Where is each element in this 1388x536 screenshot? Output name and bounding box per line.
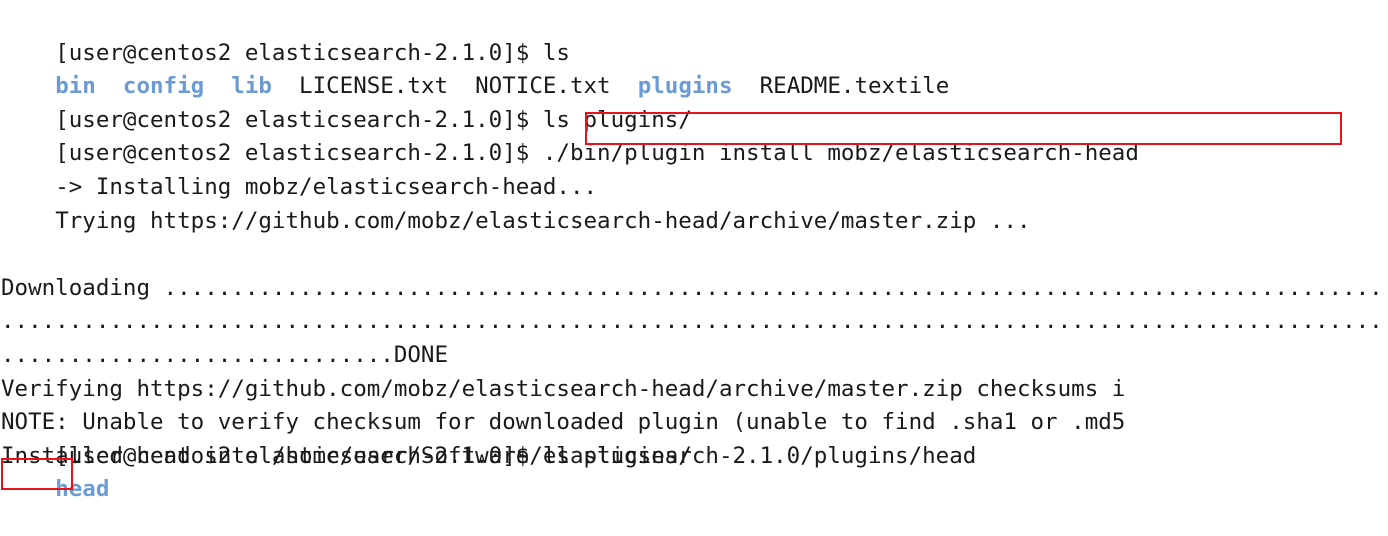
terminal-line: Trying https://github.com/mobz/elasticse…: [1, 171, 1388, 234]
terminal-line: [user@centos2 elasticsearch-2.1.0]$ ls p…: [1, 70, 1388, 133]
terminal-line: Downloading ............................…: [1, 205, 1388, 301]
terminal-line: ........................................…: [1, 238, 1388, 334]
terminal-line: head: [1, 440, 1388, 502]
terminal-line: [user@centos2 elasticsearch-2.1.0]$ ls p…: [1, 406, 1388, 469]
terminal-line: Verifying https://github.com/mobz/elasti…: [1, 305, 1388, 402]
terminal-line: .............................DONE: [1, 272, 1388, 368]
terminal-line: [user@centos2 elasticsearch-2.1.0]$ ls: [1, 3, 1388, 66]
terminal-line: bin config lib LICENSE.txt NOTICE.txt pl…: [1, 37, 1388, 99]
terminal-line: -> Installing mobz/elasticsearch-head...: [1, 137, 1388, 200]
terminal-line: Installed head into /home/user/Software/…: [1, 373, 1388, 469]
terminal-line: [user@centos2 elasticsearch-2.1.0]$: [1, 507, 1388, 536]
terminal-window[interactable]: [user@centos2 elasticsearch-2.1.0]$ ls b…: [0, 0, 1388, 536]
terminal-line: [user@centos2 elasticsearch-2.1.0]$ ./bi…: [1, 104, 1388, 166]
terminal-line: NOTE: Unable to verify checksum for down…: [1, 339, 1388, 435]
terminal-line-blank: [1, 473, 1388, 507]
